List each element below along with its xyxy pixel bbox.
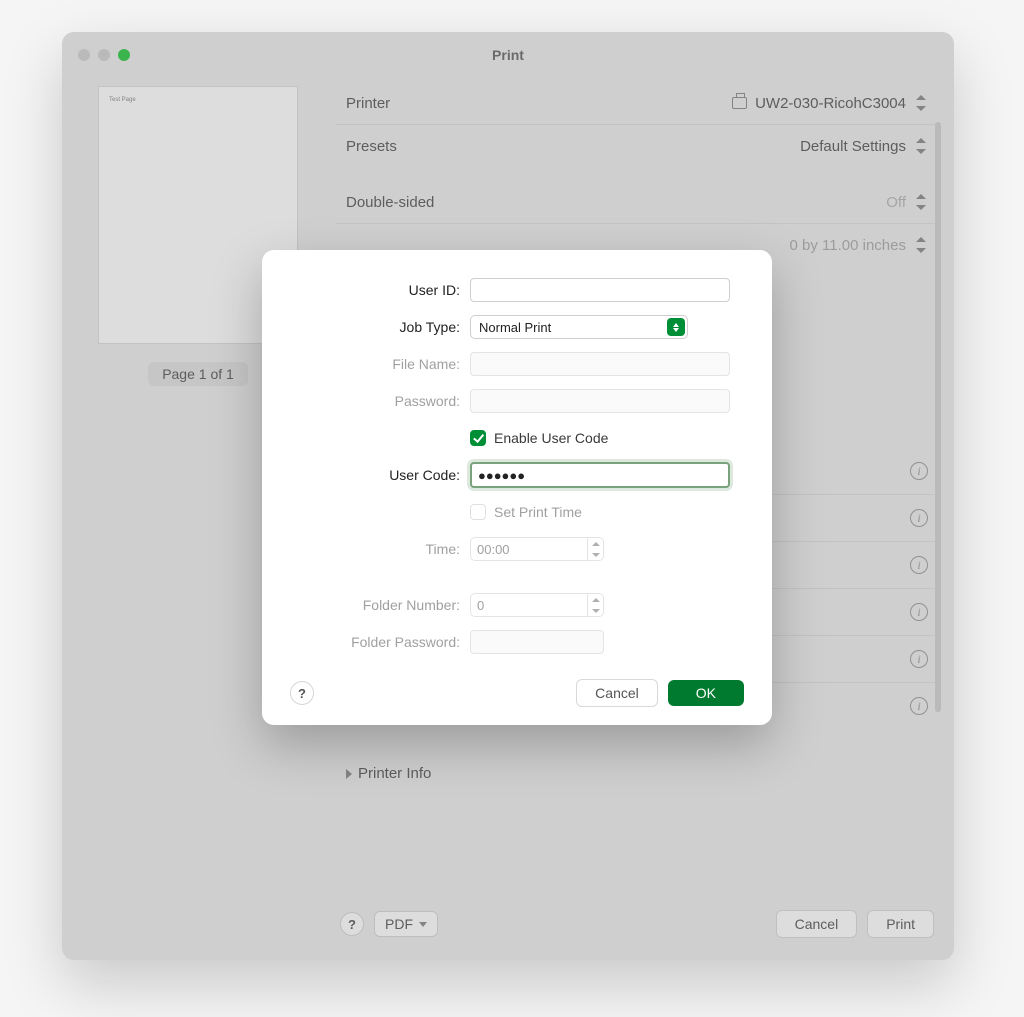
user-id-input[interactable] — [470, 278, 730, 302]
page-indicator: Page 1 of 1 — [148, 362, 248, 386]
info-icon[interactable]: i — [910, 509, 928, 527]
printer-label: Printer — [346, 95, 390, 112]
window-title: Print — [62, 47, 954, 63]
password-input — [470, 389, 730, 413]
set-print-time-label: Set Print Time — [494, 504, 582, 520]
user-id-label: User ID: — [290, 282, 460, 298]
updown-icon[interactable] — [914, 236, 928, 254]
updown-icon[interactable] — [914, 94, 928, 112]
printer-icon — [732, 97, 747, 109]
printer-info-disclosure[interactable]: Printer Info — [336, 759, 938, 788]
chevron-right-icon — [346, 769, 352, 779]
time-label: Time: — [290, 541, 460, 557]
dialog-help-button[interactable]: ? — [290, 681, 314, 705]
cancel-print-button[interactable]: Cancel — [776, 910, 858, 938]
password-label: Password: — [290, 393, 460, 409]
file-name-label: File Name: — [290, 356, 460, 372]
bottom-bar: ? PDF Cancel Print — [336, 900, 938, 944]
info-icon[interactable]: i — [910, 556, 928, 574]
user-code-input[interactable] — [470, 462, 730, 488]
enable-user-code-checkbox[interactable] — [470, 430, 486, 446]
updown-icon — [667, 318, 685, 336]
updown-icon[interactable] — [914, 137, 928, 155]
double-sided-row[interactable]: Double-sided Off — [336, 181, 938, 224]
paper-size-hint: 0 by 11.00 inches — [790, 237, 906, 254]
disclosure-label: Printer Info — [358, 765, 431, 782]
info-icon[interactable]: i — [910, 650, 928, 668]
user-code-label: User Code: — [290, 467, 460, 483]
time-value — [471, 542, 587, 557]
chevron-down-icon — [419, 922, 427, 927]
dialog-cancel-button[interactable]: Cancel — [576, 679, 658, 707]
file-name-input — [470, 352, 730, 376]
info-icon[interactable]: i — [910, 603, 928, 621]
time-stepper — [470, 537, 604, 561]
folder-number-stepper — [470, 593, 604, 617]
info-icon[interactable]: i — [910, 697, 928, 715]
folder-password-label: Folder Password: — [290, 634, 460, 650]
dialog-ok-button[interactable]: OK — [668, 680, 744, 706]
folder-number-label: Folder Number: — [290, 597, 460, 613]
thumbnail-text: Test Page — [109, 97, 136, 103]
job-type-value: Normal Print — [479, 320, 551, 335]
double-sided-label: Double-sided — [346, 194, 434, 211]
job-type-select[interactable]: Normal Print — [470, 315, 688, 339]
scrollbar[interactable] — [935, 122, 941, 712]
pdf-label: PDF — [385, 916, 413, 932]
presets-label: Presets — [346, 138, 397, 155]
presets-value: Default Settings — [800, 138, 906, 155]
presets-row[interactable]: Presets Default Settings — [336, 125, 938, 167]
enable-user-code-label: Enable User Code — [494, 430, 608, 446]
double-sided-value: Off — [886, 194, 906, 211]
job-type-label: Job Type: — [290, 319, 460, 335]
folder-password-input — [470, 630, 604, 654]
job-log-dialog: User ID: Job Type: Normal Print File Nam… — [262, 250, 772, 725]
info-icon[interactable]: i — [910, 462, 928, 480]
printer-row[interactable]: Printer UW2-030-RicohC3004 — [336, 82, 938, 125]
pdf-menu-button[interactable]: PDF — [374, 911, 438, 937]
help-button[interactable]: ? — [340, 912, 364, 936]
printer-value: UW2-030-RicohC3004 — [755, 95, 906, 112]
updown-icon[interactable] — [914, 193, 928, 211]
print-button[interactable]: Print — [867, 910, 934, 938]
set-print-time-checkbox — [470, 504, 486, 520]
titlebar: Print — [62, 32, 954, 78]
folder-number-value — [471, 598, 587, 613]
